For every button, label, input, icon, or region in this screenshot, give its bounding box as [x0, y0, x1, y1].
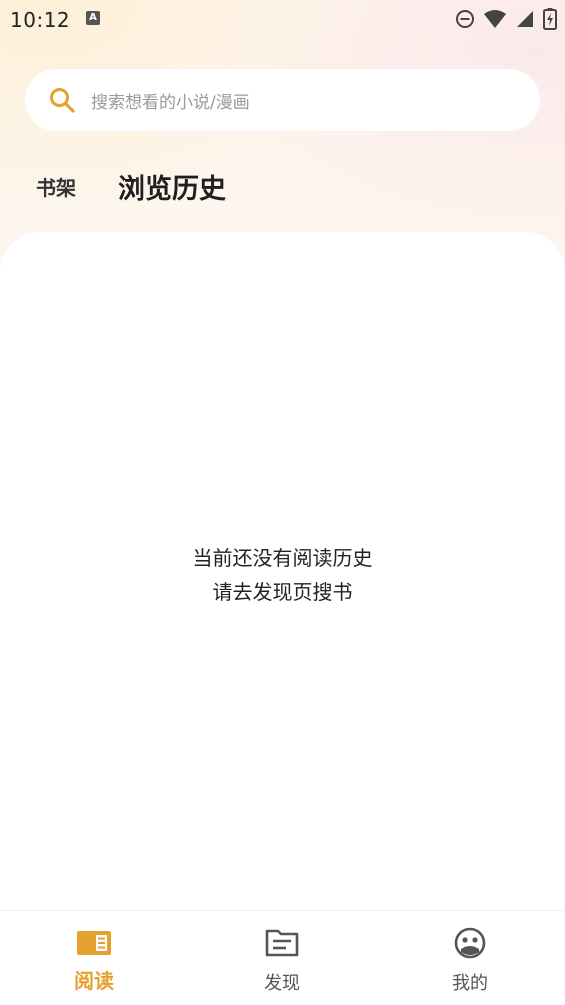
- status-bar: 10:12 A: [0, 0, 565, 40]
- empty-state-message: 当前还没有阅读历史: [192, 546, 373, 570]
- empty-state-hint: 请去发现页搜书: [212, 580, 353, 604]
- wifi-icon: [484, 10, 506, 28]
- history-content-area: 当前还没有阅读历史 请去发现页搜书: [0, 232, 565, 910]
- nav-item-discover[interactable]: 发现: [222, 911, 342, 1005]
- do-not-disturb-icon: [456, 10, 474, 28]
- search-icon: [50, 88, 75, 113]
- discover-icon: [265, 929, 299, 957]
- book-icon: [77, 931, 111, 955]
- tab-bookshelf[interactable]: 书架: [36, 172, 76, 201]
- tab-browsing-history[interactable]: 浏览历史: [118, 167, 226, 206]
- nav-label-mine: 我的: [452, 973, 488, 994]
- cellular-signal-icon: [517, 11, 533, 27]
- bottom-navigation: 阅读 发现 我的: [0, 910, 565, 1004]
- search-placeholder: 搜索想看的小说/漫画: [91, 93, 250, 113]
- nav-label-read: 阅读: [74, 969, 114, 993]
- nav-item-read[interactable]: 阅读: [34, 911, 154, 1005]
- status-time: 10:12: [10, 8, 71, 32]
- profile-icon: [454, 927, 486, 959]
- nav-label-discover: 发现: [264, 973, 300, 994]
- status-icons: [455, 8, 557, 30]
- battery-charging-icon: [543, 8, 557, 30]
- nav-item-mine[interactable]: 我的: [410, 911, 530, 1005]
- app-screen: 10:12 A 搜索想看的小说/漫画 书架 浏览历史 当前还没有阅读历史 请去发…: [0, 0, 565, 1004]
- notification-a-icon: A: [86, 11, 100, 25]
- search-input[interactable]: 搜索想看的小说/漫画: [25, 69, 540, 131]
